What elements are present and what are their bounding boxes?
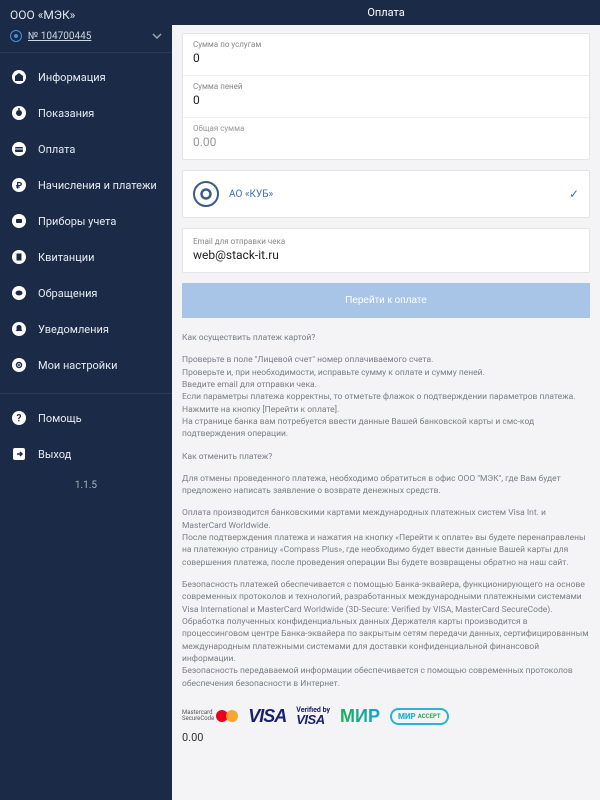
field-label: Сумма пеней — [193, 82, 579, 91]
nav-info[interactable]: Информация — [0, 59, 172, 95]
nav-label: Квитанции — [38, 251, 94, 264]
help-heading: Как отменить платеж? — [182, 451, 590, 463]
field-label: Сумма по услугам — [193, 40, 579, 49]
nav-label: Информация — [38, 71, 106, 84]
nav-label: Обращения — [38, 287, 97, 300]
nav-payment[interactable]: Оплата — [0, 131, 172, 167]
check-icon: ✓ — [569, 187, 579, 201]
nav-settings[interactable]: Мои настройки — [0, 347, 172, 383]
divider — [0, 52, 172, 53]
svg-text:?: ? — [17, 414, 22, 425]
field-value: 0 — [193, 51, 579, 65]
nav-label: Показания — [38, 107, 94, 120]
nav-list: Информация Показания Оплата ₽ Начисления… — [0, 59, 172, 383]
footer-amount: 0.00 — [182, 729, 590, 752]
mir-logo: МИР — [340, 706, 380, 727]
help-paragraph: Оплата производится банковскими картами … — [182, 507, 590, 569]
bell-icon — [10, 320, 28, 338]
nav-receipts[interactable]: Квитанции — [0, 239, 172, 275]
nav-exit[interactable]: Выход — [0, 436, 172, 472]
total-amount-field: Общая сумма 0.00 — [183, 118, 589, 159]
nav-readings[interactable]: Показания — [0, 95, 172, 131]
nav-label: Начисления и платежи — [38, 179, 157, 192]
nav-notifications[interactable]: Уведомления — [0, 311, 172, 347]
nav-label: Оплата — [38, 143, 75, 156]
nav-label: Выход — [38, 448, 71, 461]
nav-help[interactable]: ? Помощь — [0, 400, 172, 436]
penalties-amount-field[interactable]: Сумма пеней 0 — [183, 76, 589, 118]
help-icon: ? — [10, 409, 28, 427]
version-label: 1.1.5 — [0, 472, 172, 499]
nav-label: Приборы учета — [38, 215, 116, 228]
field-label: Общая сумма — [193, 124, 579, 133]
svg-text:₽: ₽ — [16, 182, 23, 192]
email-field[interactable]: Email для отправки чека web@stack-it.ru — [182, 228, 590, 273]
verified-by-visa-logo: Verified by VISA — [296, 707, 330, 725]
help-paragraph: Для отмены проведенного платежа, необход… — [182, 473, 590, 498]
bank-logo-icon — [193, 181, 219, 207]
help-heading: Как осуществить платеж картой? — [182, 332, 590, 344]
exit-icon — [10, 445, 28, 463]
mastercard-securecode-logo: MastercardSecureCode — [182, 709, 238, 723]
gauge-icon — [10, 104, 28, 122]
chevron-down-icon — [152, 33, 162, 39]
ruble-icon: ₽ — [10, 176, 28, 194]
divider — [0, 393, 172, 394]
bank-name: АО «КУБ» — [229, 189, 273, 200]
document-icon — [10, 248, 28, 266]
account-icon — [10, 30, 22, 42]
field-label: Email для отправки чека — [193, 237, 579, 246]
chat-icon — [10, 284, 28, 302]
nav-meters[interactable]: Приборы учета — [0, 203, 172, 239]
sidebar: ООО «МЭК» № 104700445 Информация Показан… — [0, 0, 172, 800]
pay-button[interactable]: Перейти к оплате — [182, 283, 590, 318]
field-value: 0.00 — [193, 135, 579, 149]
field-value: web@stack-it.ru — [193, 248, 579, 262]
field-value: 0 — [193, 93, 579, 107]
home-icon — [10, 68, 28, 86]
account-number: № 104700445 — [28, 31, 91, 42]
mir-accept-logo: МИРACCEPT — [390, 708, 449, 725]
help-text: Как осуществить платеж картой? Проверьте… — [182, 332, 590, 690]
content: Сумма по услугам 0 Сумма пеней 0 Общая с… — [172, 25, 600, 762]
payment-logos: MastercardSecureCode VISA Verified by VI… — [182, 700, 590, 729]
main: Оплата Сумма по услугам 0 Сумма пеней 0 … — [172, 0, 600, 800]
company-name: ООО «МЭК» — [0, 0, 172, 26]
bank-card[interactable]: АО «КУБ» ✓ — [182, 170, 590, 218]
gear-icon — [10, 356, 28, 374]
nav-label: Мои настройки — [38, 359, 117, 372]
nav-label: Уведомления — [38, 323, 109, 336]
nav-label: Помощь — [38, 412, 82, 425]
meter-icon — [10, 212, 28, 230]
account-selector[interactable]: № 104700445 — [0, 26, 172, 52]
services-amount-field[interactable]: Сумма по услугам 0 — [183, 34, 589, 76]
help-paragraph: Проверьте в поле "Лицевой счет" номер оп… — [182, 354, 590, 440]
help-paragraph: Безопасность платежей обеспечивается с п… — [182, 579, 590, 690]
page-title: Оплата — [172, 0, 600, 25]
card-icon — [10, 140, 28, 158]
visa-logo: VISA — [248, 706, 286, 727]
nav-footer: ? Помощь Выход — [0, 400, 172, 472]
nav-charges[interactable]: ₽ Начисления и платежи — [0, 167, 172, 203]
amounts-card: Сумма по услугам 0 Сумма пеней 0 Общая с… — [182, 33, 590, 160]
nav-requests[interactable]: Обращения — [0, 275, 172, 311]
